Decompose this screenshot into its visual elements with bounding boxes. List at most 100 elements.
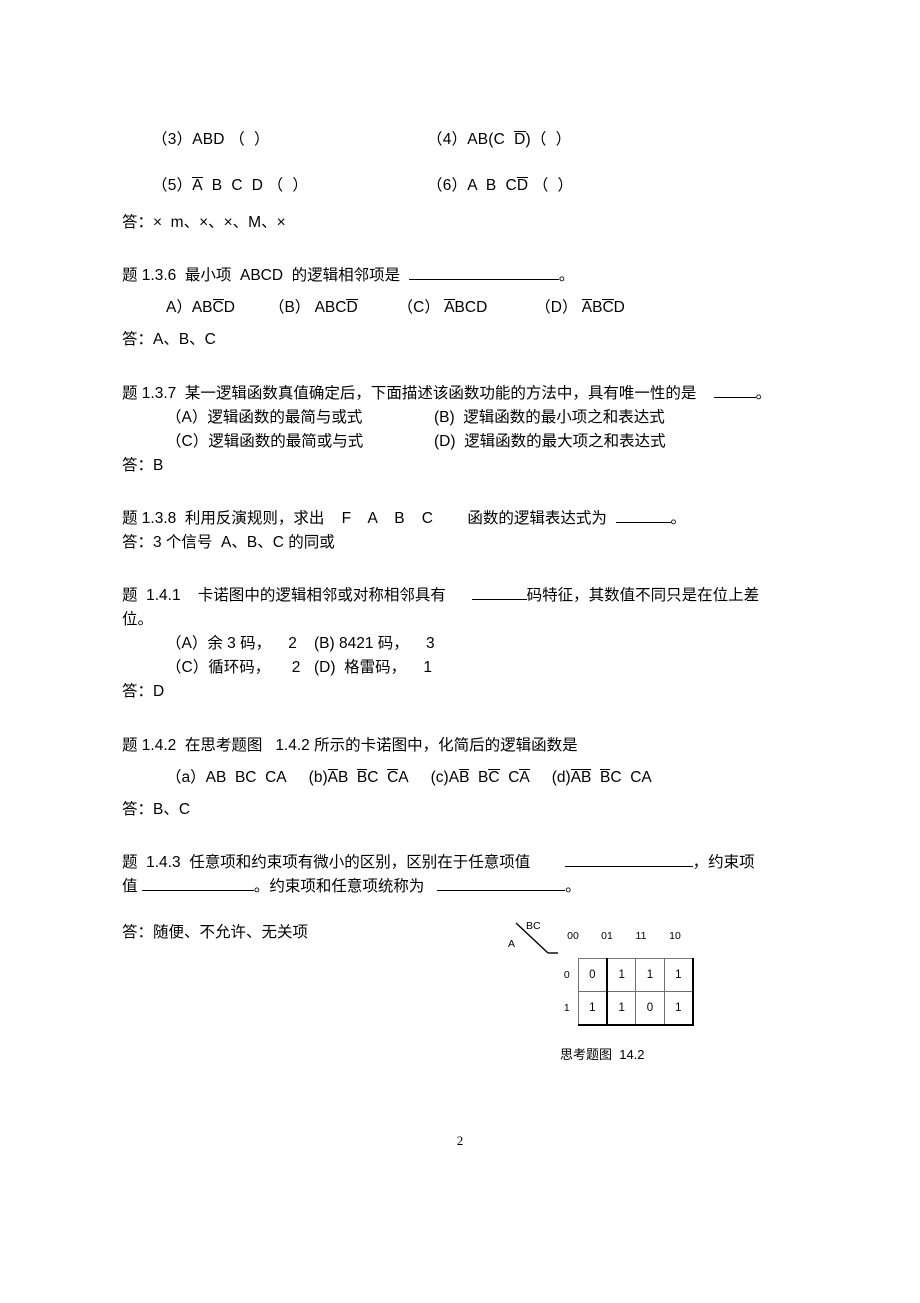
question-1-3-7-stem-text: 题 1.3.7 某一逻辑函数真值确定后，下面描述该函数功能的方法中，具有唯一性的… [122, 384, 697, 402]
item-3-expression: ABD [192, 131, 225, 148]
question-1-3-8-blank[interactable] [615, 507, 671, 523]
kmap-cell-1-11: 0 [635, 991, 665, 1026]
kmap-cell-1-10: 1 [663, 991, 694, 1026]
answer-1-4-1: 答：D [122, 683, 165, 701]
option-c-label: (c) [430, 768, 449, 786]
question-1-4-2-options: （a）AB BC CA (b)AB BC CA (c)AB BC CA (d)A… [122, 766, 812, 790]
question-1-3-6-stem: 题 1.3.6 最小项 ABCD 的逻辑相邻项是 。 [122, 264, 812, 288]
option-b[interactable]: （B） ABCD [269, 296, 358, 320]
kmap-cell-0-11: 1 [635, 958, 665, 992]
kmap-column-headers: 00 01 11 10 [556, 930, 692, 942]
question-1-4-1-option-c[interactable]: （C）循环码， 2 [166, 656, 314, 680]
kmap-col-header-11: 11 [635, 930, 647, 942]
question-1-3-8-stem-text: 题 1.3.8 利用反演规则，求出 [122, 509, 325, 527]
page-body: （3）ABD （ ） （4）AB(C D)（ ） （5）A B C D （ ） … [122, 128, 812, 944]
option-a-term-3: CA [265, 768, 287, 786]
item-6-checkbox: （ ） [532, 176, 574, 194]
item-6-number: （6） [427, 176, 468, 194]
option-b-term-3-bar: C [387, 768, 399, 786]
question-1-4-1-stem-line2: 位。 [122, 611, 154, 629]
option-d-term-3-plain: CA [630, 768, 652, 786]
question-1-4-3-blank-3[interactable] [437, 875, 566, 891]
question-1-4-3-line2-mid: 。约束项和任意项统称为 [253, 877, 425, 895]
question-1-3-8-stem-mid: 函数的逻辑表达式为 [467, 509, 607, 527]
option-b-term-2-bar: B [356, 768, 368, 786]
question-1-4-3-line2-post: 。 [565, 877, 581, 895]
item-6: （6）A B CD （ ） [427, 174, 812, 198]
item-4-number: （4） [427, 131, 468, 148]
question-1-4-3-stem: 题 1.4.3 任意项和约束项有微小的区别，区别在于任意项值 ，约束项 [122, 851, 812, 875]
answer-1-3-8: 答：3 个信号 A、B、C 的同或 [122, 533, 335, 551]
option-d-complement-a: A [581, 299, 593, 317]
option-c[interactable]: （C） ABCD [397, 296, 488, 320]
question-1-3-7-options-row-1: （A）逻辑函数的最简与或式 (B) 逻辑函数的最小项之和表达式 [122, 406, 812, 430]
option-d-p2: D [613, 299, 625, 317]
option-a-p1: AB [191, 299, 213, 317]
option-d-term-2-plain: C [610, 768, 622, 786]
question-1-3-8-stem-period: 。 [670, 509, 687, 527]
kmap-row-1-label: 1 [563, 1002, 570, 1015]
option-d-term-2-bar: B [600, 768, 611, 786]
question-1-4-1-option-d[interactable]: (D) 格雷码， 1 [314, 656, 432, 680]
question-1-4-3-line2-pre: 值 [122, 877, 138, 895]
question-1-4-1-options-row-2: （C）循环码， 2 (D) 格雷码， 1 [122, 656, 812, 680]
kmap-corner-header: BC A [504, 920, 558, 958]
item-5-checkbox: （ ） [267, 176, 309, 194]
item-row-3-4: （3）ABD （ ） （4）AB(C D)（ ） [122, 128, 812, 152]
question-1-3-7-stem: 题 1.3.7 某一逻辑函数真值确定后，下面描述该函数功能的方法中，具有唯一性的… [122, 382, 812, 406]
option-c-p2: BCD [454, 299, 488, 317]
question-1-3-7-stem-period: 。 [755, 384, 772, 402]
option-c-term-2-pre: B [478, 768, 489, 786]
item-4-checkbox: （ ） [530, 131, 572, 148]
item-6-complement-d: D [516, 176, 529, 194]
question-1-3-7-option-b[interactable]: (B) 逻辑函数的最小项之和表达式 [434, 406, 665, 430]
question-1-4-1-stem: 题 1.4.1 卡诺图中的逻辑相邻或对称相邻具有 码特征，其数值不同只是在位上差 [122, 584, 812, 608]
option-d-label: (d) [551, 768, 571, 786]
answer-1-3-6: 答：A、B、C [122, 331, 216, 349]
kmap-col-header-10: 10 [669, 930, 681, 942]
option-b-term-3-plain: A [398, 768, 409, 786]
question-1-3-8-stem: 题 1.3.8 利用反演规则，求出 F A B C 函数的逻辑表达式为 。 [122, 507, 812, 531]
document-page: （3）ABD （ ） （4）AB(C D)（ ） （5）A B C D （ ） … [0, 0, 920, 1303]
question-1-4-3-stem-mid: ，约束项 [692, 853, 755, 871]
option-c-term-3-pre: C [508, 768, 520, 786]
question-1-3-7-blank[interactable] [713, 382, 756, 398]
question-1-3-7-option-c[interactable]: （C）逻辑函数的最简或与式 [166, 430, 434, 454]
question-1-4-1-option-b[interactable]: (B) 8421 码， 3 [314, 632, 435, 656]
option-c-label: （C） [397, 299, 440, 317]
option-b-label: (b) [308, 768, 328, 786]
item-3-number: （3） [152, 131, 193, 148]
question-1-3-7-options-row-2: （C）逻辑函数的最简或与式 (D) 逻辑函数的最大项之和表达式 [122, 430, 812, 454]
question-1-4-1-option-a[interactable]: （A）余 3 码， 2 [166, 632, 314, 656]
option-b-complement: D [346, 299, 358, 317]
option-d-complement-c: C [602, 299, 614, 317]
item-4: （4）AB(C D)（ ） [427, 128, 812, 152]
answer-1-4-2: 答：B、C [122, 800, 191, 818]
question-1-4-3-blank-2[interactable] [141, 875, 254, 891]
question-1-4-3-stem-text: 题 1.4.3 任意项和约束项有微小的区别，区别在于任意项值 [122, 853, 531, 871]
question-1-4-2-option-c[interactable]: (c)AB BC CA [431, 766, 530, 790]
question-1-4-2-option-d[interactable]: (d)AB BC CA [552, 766, 652, 790]
question-1-4-2-option-a[interactable]: （a）AB BC CA [166, 766, 287, 790]
item-5: （5）A B C D （ ） [152, 174, 427, 198]
question-1-4-3-stem-line2: 值 。约束项和任意项统称为 。 [122, 875, 812, 899]
question-1-3-7-option-d[interactable]: (D) 逻辑函数的最大项之和表达式 [434, 430, 666, 454]
question-1-4-3-blank-1[interactable] [564, 851, 693, 867]
karnaugh-map-figure: BC A 00 01 11 10 0 0 1 1 1 1 1 1 0 1 [504, 920, 704, 1026]
kmap-row-0: 0 0 1 1 1 [556, 958, 694, 992]
kmap-cell-0-00: 0 [577, 958, 608, 992]
option-d[interactable]: （D） ABCD [535, 296, 625, 320]
question-1-4-2-option-b[interactable]: (b)AB BC CA [309, 766, 409, 790]
item-5-complement-a: A [192, 176, 203, 194]
question-1-4-1-blank[interactable] [471, 584, 527, 601]
option-b-p1: ABC [314, 299, 347, 317]
question-1-3-6-blank[interactable] [408, 265, 559, 281]
question-1-3-7-option-a[interactable]: （A）逻辑函数的最简与或式 [166, 406, 434, 430]
option-a-label: A） [166, 299, 192, 317]
option-a[interactable]: A）ABCD [166, 296, 235, 320]
item-4-expression-prefix: AB(C [467, 131, 506, 148]
item-3: （3）ABD （ ） [152, 128, 427, 152]
kmap-col-header-00: 00 [567, 930, 579, 942]
question-1-3-8-expression: F A B C [341, 509, 433, 527]
question-1-3-6-stem-text: 题 1.3.6 最小项 ABCD 的逻辑相邻项是 [122, 267, 401, 285]
